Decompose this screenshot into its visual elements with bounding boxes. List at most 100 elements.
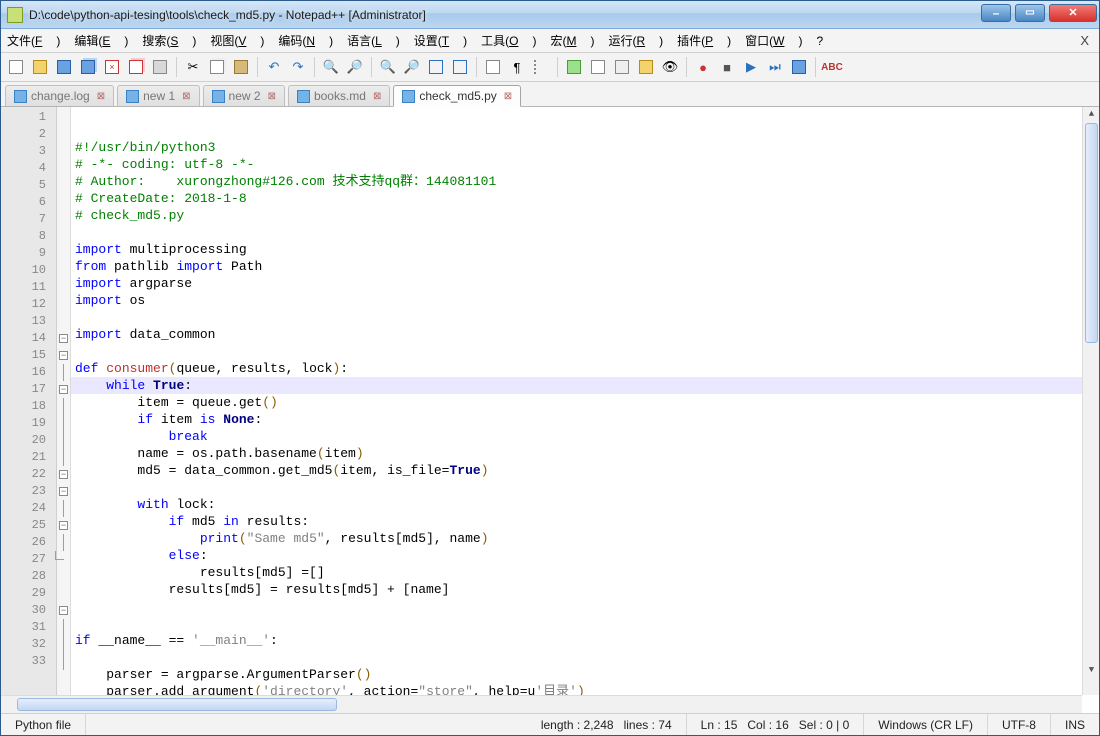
code-line[interactable]: import multiprocessing [71, 241, 1099, 258]
code-line[interactable]: import os [71, 292, 1099, 309]
fold-cell[interactable] [57, 432, 70, 449]
menu-item[interactable]: 编码(N) [278, 32, 333, 49]
open-file-button[interactable] [29, 56, 51, 78]
scroll-up-icon[interactable]: ▲ [1084, 107, 1099, 122]
menu-item[interactable]: 窗口(W) [745, 32, 802, 49]
code-line[interactable]: while True: [71, 377, 1099, 394]
indent-guide-button[interactable] [530, 56, 552, 78]
fold-cell[interactable]: − [57, 381, 70, 398]
undo-button[interactable]: ↶ [263, 56, 285, 78]
zoom-in-button[interactable]: 🔍 [377, 56, 399, 78]
maximize-button[interactable] [1015, 4, 1045, 22]
record-macro-button[interactable]: ● [692, 56, 714, 78]
copy-button[interactable] [206, 56, 228, 78]
code-line[interactable]: import data_common [71, 326, 1099, 343]
code-line[interactable]: def consumer(queue, results, lock): [71, 360, 1099, 377]
fold-cell[interactable] [57, 500, 70, 517]
fold-cell[interactable] [57, 653, 70, 670]
fold-cell[interactable] [57, 126, 70, 143]
code-line[interactable]: import argparse [71, 275, 1099, 292]
fold-cell[interactable]: − [57, 483, 70, 500]
close-file-button[interactable]: × [101, 56, 123, 78]
fold-cell[interactable] [57, 636, 70, 653]
save-button[interactable] [53, 56, 75, 78]
code-line[interactable] [71, 615, 1099, 632]
tab[interactable]: books.md⊠ [288, 85, 390, 106]
vertical-scrollbar[interactable]: ▲ ▼ [1082, 107, 1099, 695]
fold-cell[interactable]: − [57, 517, 70, 534]
doc-map-button[interactable] [587, 56, 609, 78]
fold-cell[interactable] [57, 551, 70, 568]
menu-item[interactable]: 运行(R) [608, 32, 663, 49]
folder-as-workspace-button[interactable] [635, 56, 657, 78]
tab-close-icon[interactable]: ⊠ [373, 91, 381, 102]
cut-button[interactable]: ✂ [182, 56, 204, 78]
code-line[interactable]: results[md5] = results[md5] + [name] [71, 581, 1099, 598]
play-multi-button[interactable]: ⏭ [764, 56, 786, 78]
close-window-button[interactable] [1049, 4, 1097, 22]
menu-item[interactable]: 宏(M) [550, 32, 594, 49]
horizontal-scrollbar[interactable] [1, 695, 1082, 713]
fold-cell[interactable] [57, 398, 70, 415]
code-line[interactable] [71, 649, 1099, 666]
code-line[interactable] [71, 598, 1099, 615]
fold-cell[interactable] [57, 211, 70, 228]
code-line[interactable]: from pathlib import Path [71, 258, 1099, 275]
fold-cell[interactable] [57, 194, 70, 211]
fold-cell[interactable] [57, 364, 70, 381]
menu-item[interactable]: 搜索(S) [142, 32, 196, 49]
new-file-button[interactable] [5, 56, 27, 78]
paste-button[interactable] [230, 56, 252, 78]
fold-cell[interactable] [57, 143, 70, 160]
menu-item[interactable]: 设置(T) [414, 32, 467, 49]
menu-item[interactable]: 视图(V) [210, 32, 264, 49]
code-line[interactable]: item = queue.get() [71, 394, 1099, 411]
code-line[interactable]: parser = argparse.ArgumentParser() [71, 666, 1099, 683]
menu-item[interactable]: 语言(L) [347, 32, 400, 49]
code-line[interactable]: print("Same md5", results[md5], name) [71, 530, 1099, 547]
menu-item[interactable]: ? [816, 34, 823, 48]
close-all-button[interactable] [125, 56, 147, 78]
code-line[interactable]: # -*- coding: utf-8 -*- [71, 156, 1099, 173]
fold-cell[interactable]: − [57, 602, 70, 619]
wordwrap-button[interactable] [482, 56, 504, 78]
fold-cell[interactable] [57, 177, 70, 194]
code-line[interactable]: with lock: [71, 496, 1099, 513]
fold-cell[interactable] [57, 262, 70, 279]
scroll-thumb[interactable] [1085, 123, 1098, 343]
code-line[interactable] [71, 479, 1099, 496]
code-line[interactable]: results[md5] =[] [71, 564, 1099, 581]
code-line[interactable] [71, 309, 1099, 326]
tab-close-icon[interactable]: ⊠ [182, 91, 190, 102]
sync-h-button[interactable] [449, 56, 471, 78]
tab-close-icon[interactable]: ⊠ [504, 91, 512, 102]
redo-button[interactable]: ↷ [287, 56, 309, 78]
fold-cell[interactable] [57, 534, 70, 551]
code-line[interactable]: parser.add_argument('directory', action=… [71, 683, 1099, 695]
fold-cell[interactable] [57, 296, 70, 313]
func-list-button[interactable] [611, 56, 633, 78]
code-line[interactable]: if md5 in results: [71, 513, 1099, 530]
code-line[interactable]: name = os.path.basename(item) [71, 445, 1099, 462]
monitoring-button[interactable]: 👁 [659, 56, 681, 78]
code-line[interactable] [71, 343, 1099, 360]
fold-cell[interactable] [57, 585, 70, 602]
tab[interactable]: change.log⊠ [5, 85, 114, 106]
menu-item[interactable]: 插件(P) [677, 32, 731, 49]
fold-cell[interactable] [57, 313, 70, 330]
code-view[interactable]: #!/usr/bin/python3# -*- coding: utf-8 -*… [71, 107, 1099, 695]
tab[interactable]: check_md5.py⊠ [393, 85, 521, 107]
fold-cell[interactable]: − [57, 347, 70, 364]
menu-item[interactable]: 文件(F) [7, 32, 60, 49]
fold-cell[interactable] [57, 228, 70, 245]
fold-cell[interactable] [57, 160, 70, 177]
zoom-out-button[interactable]: 🔎 [401, 56, 423, 78]
code-line[interactable]: # Author: xurongzhong#126.com 技术支持qq群：14… [71, 173, 1099, 190]
find-button[interactable]: 🔍 [320, 56, 342, 78]
spellcheck-button[interactable]: ABC [821, 56, 843, 78]
fold-cell[interactable] [57, 279, 70, 296]
code-line[interactable]: # CreateDate: 2018-1-8 [71, 190, 1099, 207]
stop-macro-button[interactable]: ■ [716, 56, 738, 78]
print-button[interactable] [149, 56, 171, 78]
code-line[interactable]: md5 = data_common.get_md5(item, is_file=… [71, 462, 1099, 479]
